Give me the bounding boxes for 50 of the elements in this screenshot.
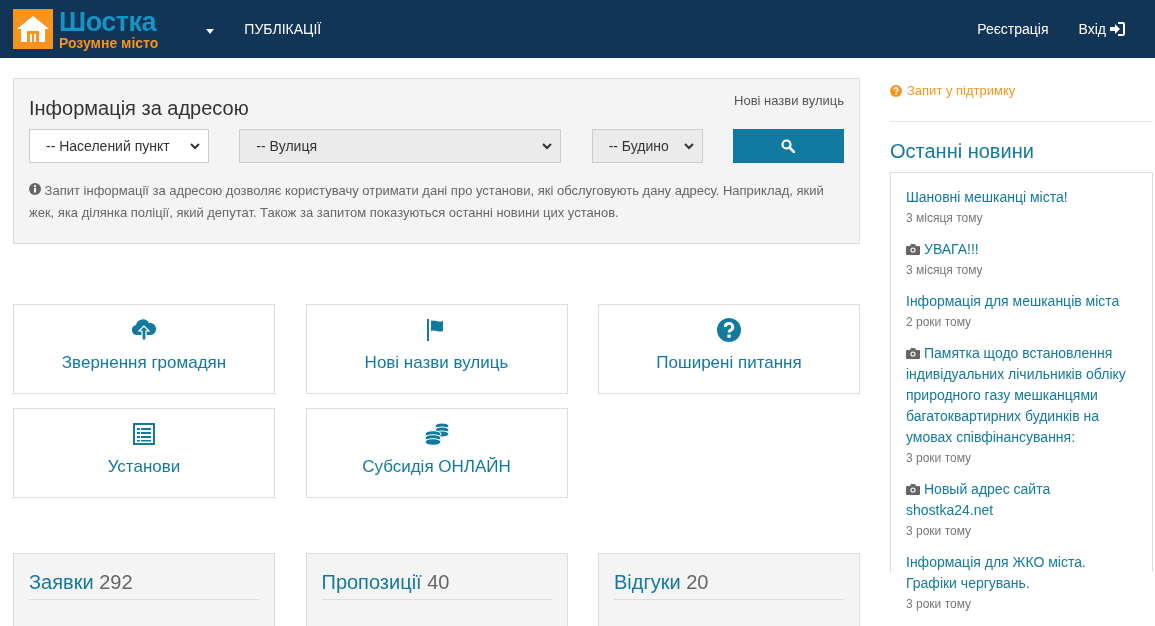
nav-link[interactable]: ПУБЛІКАЦІЇ <box>244 21 322 37</box>
nav-tile[interactable]: Звернення громадян <box>13 304 275 394</box>
nav-tile[interactable]: Установи <box>13 408 275 498</box>
chevron-down-icon <box>542 142 553 150</box>
news-time: 3 роки тому <box>906 597 973 611</box>
caret-icon[interactable] <box>206 29 215 34</box>
news-link[interactable]: Інформація для мешканців міста <box>906 291 1137 312</box>
register-link[interactable]: Реєстрація <box>977 21 1049 37</box>
news-link[interactable]: Памятка щодо встановлення індивідуальних лічильників обліку природного газу мешканцями багатоквартирних будинків на умовах співфінансування: <box>906 343 1137 448</box>
news-time: 3 місяця тому <box>906 211 984 225</box>
news-time: 3 роки тому <box>906 451 973 465</box>
stat-count: 292 <box>99 571 133 593</box>
chevron-down-icon <box>190 142 200 150</box>
stat-label[interactable]: Відгуки <box>614 571 681 593</box>
stat-count: 40 <box>427 571 450 593</box>
camera-icon <box>906 244 920 255</box>
camera-icon <box>906 348 920 359</box>
street-names-link[interactable]: Нові назви вулиць <box>734 93 844 108</box>
panel-title: Інформація за адресою <box>29 96 249 120</box>
house-logo-icon[interactable] <box>13 9 53 49</box>
search-button[interactable] <box>733 129 844 163</box>
news-heading: Останні новини <box>890 140 1035 163</box>
list-icon <box>133 422 155 445</box>
news-time: 3 роки тому <box>906 524 973 538</box>
stat-label[interactable]: Пропозиції <box>321 571 422 593</box>
nav-tile[interactable]: Поширені питання <box>598 304 860 394</box>
news-link[interactable]: УВАГА!!! <box>906 239 1137 260</box>
chevron-down-icon <box>683 142 694 150</box>
question-circle-icon <box>890 84 902 97</box>
search-icon <box>781 139 796 153</box>
coins-icon <box>423 421 450 446</box>
news-time: 2 роки тому <box>906 315 973 329</box>
select-field[interactable]: -- Населений пункт <box>29 129 209 163</box>
camera-icon <box>906 484 920 495</box>
info-note: Запит інформації за адресою дозволяє користувачу отримати дані про установи, які обслуговують дану адресу. Наприклад, який жек, яка ділянка поліції, який депутат. Також за запитом показуються останні новини цих установ. <box>29 182 825 222</box>
login-link[interactable]: Вхід <box>1078 21 1125 37</box>
sign-in-icon <box>1110 22 1125 36</box>
cloud-upload-icon <box>131 317 157 342</box>
info-icon <box>29 183 41 195</box>
nav-tile[interactable]: Нові назви вулиць <box>305 304 568 394</box>
stat-label[interactable]: Заявки <box>29 571 94 593</box>
stat-count: 20 <box>686 571 709 593</box>
question-circle-icon <box>717 317 741 342</box>
logo-subtitle[interactable]: Розумне місто <box>59 35 159 50</box>
news-link[interactable]: Інформація для ЖКО міста. Графіки чергувань. <box>906 552 1137 594</box>
news-time: 3 місяця тому <box>906 263 984 277</box>
logo-title[interactable]: Шостка <box>59 8 159 36</box>
news-link[interactable]: Новый адрес сайта shostka24.net <box>906 479 1137 521</box>
nav-tile[interactable]: Субсидія ОНЛАЙН <box>305 408 568 498</box>
news-link[interactable]: Шановні мешканці міста! <box>906 187 1137 208</box>
